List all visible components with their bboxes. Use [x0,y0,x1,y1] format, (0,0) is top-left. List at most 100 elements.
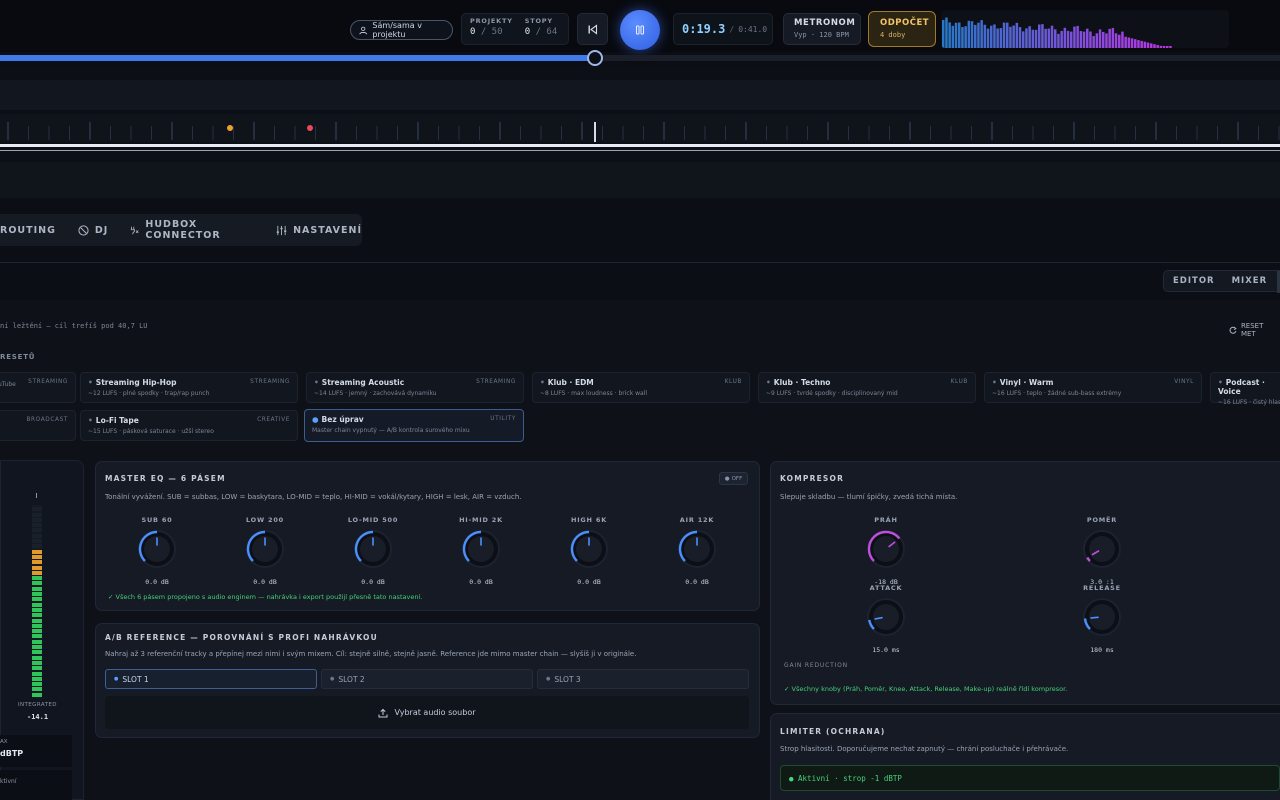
reset-button[interactable]: RESET MET [1229,322,1280,338]
spectrum-bar [983,24,987,48]
knob-attack[interactable] [865,596,907,638]
eq-bypass-button[interactable]: ● OFF [719,472,748,485]
view-editor-button[interactable]: EDITOR [1173,276,1215,286]
preset-card[interactable]: VINYL • Vinyl · Warm ~16 LUFS · teplo · ž… [984,372,1202,403]
pause-icon [636,25,644,35]
reference-slot-1[interactable]: ● SLOT 1 [105,669,317,689]
preset-category: STREAMING [476,379,516,385]
slot-dot-icon: ● [546,676,551,682]
ab-reference-title: A/B REFERENCE — POROVNÁNÍ S PROFI NAHRÁV… [105,633,378,642]
spectrum-bar [1047,28,1051,48]
spectrum-bar [1057,33,1060,48]
spectrum-bar [1073,26,1076,48]
spectrum-analyzer [941,10,1229,48]
knob-high-6k[interactable] [568,528,610,570]
tab-routing[interactable]: ROUTING [0,225,56,236]
upload-label: Vybrat audio soubor [394,708,476,717]
count-in-button[interactable]: ODPOČET 4 doby [868,11,936,47]
preset-card[interactable]: KLUB • Klub · EDM ~8 LUFS · max loudness … [532,372,750,403]
knob-air-12k[interactable] [676,528,718,570]
knob-ratio[interactable] [1081,528,1123,570]
off-indicator-icon: ● [724,475,730,482]
spectrum-bar [974,24,977,48]
spectrum-bar [1156,45,1159,48]
knob-cap [873,536,899,562]
spectrum-bar [958,22,961,48]
progress-thumb[interactable] [587,50,604,66]
meter-segment [32,581,42,586]
timeline-ticks [7,122,1280,140]
knob-release[interactable] [1081,596,1123,638]
skip-back-icon [588,23,598,35]
preset-card[interactable]: • Podcast · Voice ~16 LUFS · čistý hlas [1210,372,1280,406]
spectrum-bar [1079,31,1083,48]
playback-progress[interactable] [0,50,1280,66]
preset-category: STREAMING [250,379,290,385]
compressor-attack: ATTACK 15.0 ms [856,584,916,654]
preset-card-selected[interactable]: UTILITY ● Bez úprav Master chain vypnutý … [304,409,524,442]
knob-low-200[interactable] [244,528,286,570]
knob-value: 0.0 dB [469,578,493,586]
meter-segment [32,597,42,602]
meter-segment [32,586,42,591]
spectrum-bar [1150,43,1153,48]
knob-sub-60[interactable] [136,528,178,570]
slot-dot-icon: ● [330,676,335,682]
meter-segment [32,544,42,549]
master-eq-card [95,461,760,611]
meter-segment [32,570,42,575]
time-current: 0:19.3 [682,22,726,36]
time-display: 0:19.3 / 0:41.0 [673,13,773,45]
reference-slot-3[interactable]: ● SLOT 3 [537,669,749,689]
upload-audio-button[interactable]: Vybrat audio soubor [105,696,749,729]
tracks-max: / 64 [535,27,558,37]
knob-lo-mid-500[interactable] [352,528,394,570]
marker-red[interactable] [307,125,313,131]
knob-hi-mid-2k[interactable] [460,528,502,570]
preset-name-text: Podcast · Voice [1218,378,1265,396]
skip-to-start-button[interactable] [577,13,608,45]
meter-segment [32,645,42,649]
timeline-area[interactable] [0,66,1280,200]
collaboration-button[interactable]: Sám/sama v projektu [350,20,453,40]
tab-settings[interactable]: NASTAVENÍ [276,225,362,236]
preset-card[interactable]: STREAMING uTube [0,372,76,403]
reference-slot-2[interactable]: ● SLOT 2 [321,669,533,689]
meter-segment [32,655,42,660]
spectrum-bar [1124,36,1127,48]
spectrum-bar [1002,22,1006,48]
spectrum-bar [945,17,948,48]
limiter-toggle[interactable]: ● Aktivní · strop -1 dBTP [780,765,1280,791]
knob-threshold[interactable] [865,528,907,570]
spectrum-bar [954,22,958,48]
preset-description: ~8 LUFS · max loudness · brick wall [540,390,648,397]
preset-card[interactable]: CREATIVE • Lo-Fi Tape ~15 LUFS · pásková … [80,410,298,441]
meter-segment [32,533,42,538]
spectrum-bar [1006,22,1009,48]
presets-title: RESETŮ [0,353,36,361]
pause-button[interactable] [620,10,660,50]
preset-card[interactable]: STREAMING • Streaming Acoustic ~14 LUFS ·… [306,372,524,403]
preset-card[interactable]: KLUB • Klub · Techno ~9 LUFS · tvrdé spod… [758,372,976,403]
preset-card[interactable]: STREAMING • Streaming Hip-Hop ~12 LUFS · … [80,372,298,403]
view-mixer-button[interactable]: MIXER [1232,276,1268,286]
tab-hudbox-connector[interactable]: HUDBOX CONNECTOR [130,219,254,241]
spectrum-bar [986,28,990,48]
spectrum-bar [1034,29,1038,48]
tab-dj[interactable]: DJ [78,225,108,236]
playhead[interactable] [594,122,596,142]
preset-card[interactable]: BROADCAST [0,410,76,441]
reset-icon [1229,326,1237,334]
integrated-value: -14.1 [27,713,49,721]
compressor-threshold: PRÁH -18 dB [856,516,916,586]
meter-segment [32,549,42,554]
meter-segment [32,666,42,671]
metronome-button[interactable]: METRONOM Vyp · 120 BPM [783,13,861,45]
reset-label: RESET MET [1240,322,1264,338]
eq-band-low: LOW 200 0.0 dB [235,516,295,586]
knob-label: ATTACK [869,584,903,592]
eq-bypass-label: OFF [731,475,743,482]
tab-label: NASTAVENÍ [293,224,362,236]
marker-orange[interactable] [227,125,233,131]
meter-segment [32,660,42,665]
